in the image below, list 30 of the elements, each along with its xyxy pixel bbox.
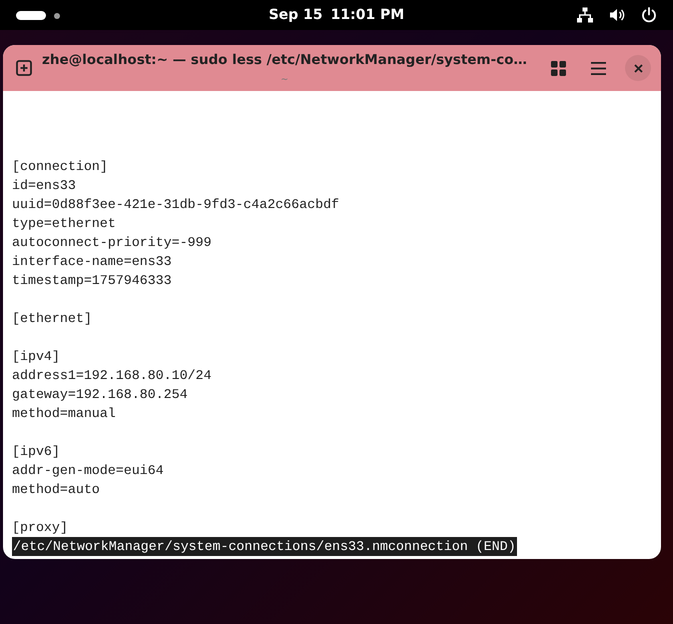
window-title: zhe@localhost:~ — sudo less /etc/NetworkManager/system-co… bbox=[42, 53, 527, 68]
terminal-line: [ethernet] bbox=[12, 310, 92, 328]
terminal-line: [ipv6] bbox=[12, 443, 60, 461]
terminal-line: [ipv4] bbox=[12, 348, 60, 366]
workspace-dot bbox=[54, 12, 60, 18]
power-icon[interactable] bbox=[641, 7, 657, 23]
terminal-line: timestamp=1757946333 bbox=[12, 272, 172, 290]
terminal-line: autoconnect-priority=-999 bbox=[12, 234, 212, 252]
activities-indicator[interactable] bbox=[16, 11, 46, 20]
terminal-line: gateway=192.168.80.254 bbox=[12, 386, 188, 404]
volume-icon[interactable] bbox=[609, 7, 625, 23]
terminal-line: type=ethernet bbox=[12, 215, 116, 233]
terminal-line: [proxy] bbox=[12, 519, 68, 537]
terminal-line: id=ens33 bbox=[12, 177, 76, 195]
terminal-line: addr-gen-mode=eui64 bbox=[12, 462, 164, 480]
terminal-line: uuid=0d88f3ee-421e-31db-9fd3-c4a2c66acbdf bbox=[12, 196, 340, 214]
terminal-line: method=manual bbox=[12, 405, 116, 423]
network-icon[interactable] bbox=[577, 7, 593, 23]
plus-icon bbox=[16, 60, 32, 76]
menu-icon bbox=[590, 62, 606, 74]
time-label[interactable]: 11:01 PM bbox=[330, 4, 404, 26]
window-subtitle: ~ bbox=[280, 76, 288, 86]
close-icon bbox=[634, 64, 642, 72]
terminal-line: address1=192.168.80.10/24 bbox=[12, 367, 212, 385]
terminal-line: [connection] bbox=[12, 158, 108, 176]
terminal-line: method=auto bbox=[12, 481, 100, 499]
date-label[interactable]: Sep 15 bbox=[268, 4, 323, 26]
close-button[interactable] bbox=[625, 55, 651, 81]
terminal-line: interface-name=ens33 bbox=[12, 253, 172, 271]
grid-icon bbox=[550, 60, 566, 76]
